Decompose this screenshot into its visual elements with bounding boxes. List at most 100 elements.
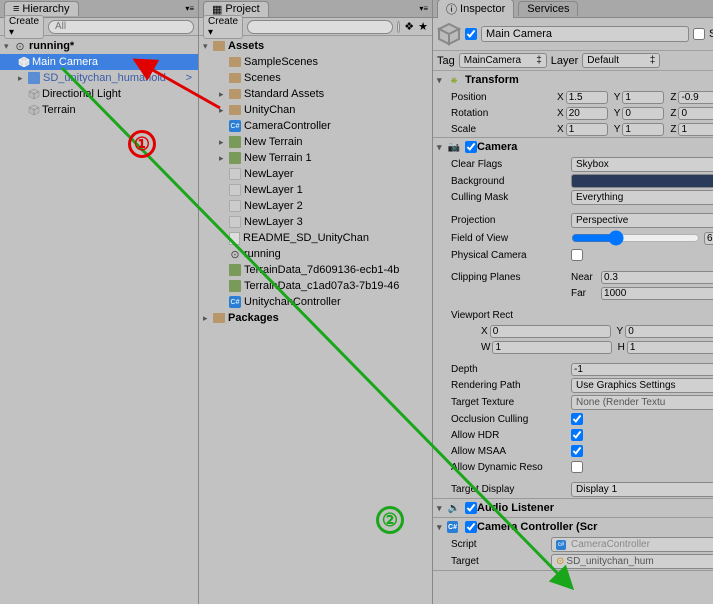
panel-menu-icon[interactable]: ▾≡ [185, 4, 198, 13]
disclosure-triangle-icon[interactable]: ▾ [203, 41, 213, 52]
audio-listener-enabled-checkbox[interactable] [465, 502, 477, 514]
script-field[interactable]: c#CameraController [551, 537, 713, 552]
disclosure-triangle-icon[interactable]: ▸ [203, 313, 213, 324]
physical-camera-checkbox[interactable] [571, 249, 583, 261]
clear-flags-dropdown[interactable]: Skybox‡ [571, 157, 713, 172]
disclosure-triangle-icon[interactable]: ▸ [219, 105, 229, 116]
rendering-path-dropdown[interactable]: Use Graphics Settings‡ [571, 378, 713, 393]
project-item[interactable]: TerrainData_7d609136-ecb1-4b [199, 262, 432, 278]
prefab-open-icon[interactable]: > [186, 72, 198, 84]
tag-dropdown[interactable]: MainCamera‡ [459, 53, 547, 68]
project-item[interactable]: ▸New Terrain 1 [199, 150, 432, 166]
project-item[interactable]: TerrainData_c1ad07a3-7b19-46 [199, 278, 432, 294]
rotation-x-input[interactable] [566, 107, 608, 120]
project-panel: ▦Project ▾≡ Create ▾ ❖ ★ ▾ Assets Sample… [199, 0, 433, 604]
disclosure-triangle-icon[interactable]: ▾ [437, 503, 447, 514]
disclosure-triangle-icon[interactable]: ▾ [437, 75, 447, 86]
allow-hdr-label: Allow HDR [451, 430, 571, 441]
target-field[interactable]: ⊙SD_unitychan_hum [551, 554, 713, 569]
layer-dropdown[interactable]: Default‡ [582, 53, 660, 68]
far-input[interactable] [601, 287, 713, 300]
create-button[interactable]: Create ▾ [4, 15, 44, 39]
asset-icon [229, 216, 241, 228]
project-search-input[interactable] [247, 20, 393, 34]
background-color-field[interactable] [571, 174, 713, 188]
terraindata-icon [229, 152, 241, 164]
scale-z-input[interactable] [678, 123, 713, 136]
gameobject-icon [28, 88, 40, 100]
disclosure-triangle-icon[interactable]: ▾ [4, 41, 14, 52]
viewport-x-input[interactable] [490, 325, 611, 338]
position-y-input[interactable] [622, 91, 664, 104]
project-item[interactable]: SampleScenes [199, 54, 432, 70]
create-button[interactable]: Create ▾ [203, 15, 243, 39]
position-z-input[interactable] [678, 91, 713, 104]
near-input[interactable] [601, 271, 713, 284]
depth-input[interactable] [571, 363, 713, 376]
project-item[interactable]: ▸UnityChan [199, 102, 432, 118]
camera-controller-enabled-checkbox[interactable] [465, 521, 477, 533]
tag-label: Tag [437, 55, 455, 67]
project-item[interactable]: README_SD_UnityChan [199, 230, 432, 246]
viewport-w-input[interactable] [492, 341, 611, 354]
viewport-h-input[interactable] [627, 341, 713, 354]
camera-header[interactable]: ▾ 📷 Camera ▢ ⚙ [433, 138, 713, 156]
project-item[interactable]: ▸New Terrain [199, 134, 432, 150]
project-item[interactable]: ⊙running [199, 246, 432, 262]
gameobject-name-input[interactable] [481, 26, 689, 42]
project-item[interactable]: C#CameraController [199, 118, 432, 134]
target-display-dropdown[interactable]: Display 1‡ [571, 482, 713, 497]
gameobject-sd-unitychan[interactable]: ▸ SD_unitychan_humanoid > [0, 70, 198, 86]
disclosure-triangle-icon[interactable]: ▸ [219, 137, 229, 148]
allow-dynamic-resolution-checkbox[interactable] [571, 461, 583, 473]
project-item[interactable]: NewLayer 3 [199, 214, 432, 230]
packages-folder[interactable]: ▸ Packages [199, 310, 432, 326]
target-texture-field[interactable]: None (Render Textu⊙ [571, 395, 713, 410]
gameobject-main-camera[interactable]: Main Camera [0, 54, 198, 70]
filter-by-type-icon[interactable] [397, 21, 400, 33]
camera-enabled-checkbox[interactable] [465, 141, 477, 153]
disclosure-triangle-icon[interactable]: ▸ [18, 73, 28, 84]
hierarchy-tab[interactable]: ≡Hierarchy [4, 1, 79, 16]
transform-header[interactable]: ▾ ⚹ Transform ▢ ⚙ [433, 71, 713, 89]
project-item[interactable]: C#UnitychanController [199, 294, 432, 310]
gameobject-directional-light[interactable]: Directional Light [0, 86, 198, 102]
allow-msaa-checkbox[interactable] [571, 445, 583, 457]
camera-controller-header[interactable]: ▾ C# Camera Controller (Scr ▢ ⚙ [433, 518, 713, 536]
project-item[interactable]: NewLayer [199, 166, 432, 182]
rotation-z-input[interactable] [678, 107, 713, 120]
disclosure-triangle-icon[interactable]: ▸ [219, 89, 229, 100]
assets-folder[interactable]: ▾ Assets [199, 38, 432, 54]
scale-x-input[interactable] [566, 123, 608, 136]
panel-menu-icon[interactable]: ▾≡ [419, 4, 432, 13]
allow-hdr-checkbox[interactable] [571, 429, 583, 441]
filter-by-label-icon[interactable]: ❖ [404, 20, 414, 33]
audio-listener-header[interactable]: ▾ 🔊 Audio Listener ▢ ⚙ [433, 499, 713, 517]
services-tab[interactable]: Services [518, 1, 578, 16]
disclosure-triangle-icon[interactable]: ▾ [437, 522, 447, 533]
rotation-y-input[interactable] [622, 107, 664, 120]
gameobject-active-checkbox[interactable] [465, 28, 477, 40]
position-x-input[interactable] [566, 91, 608, 104]
inspector-tab[interactable]: ⓘInspector [437, 0, 514, 18]
static-checkbox[interactable] [693, 28, 705, 40]
scene-row[interactable]: ▾ ⊙ running* [0, 38, 198, 54]
fov-input[interactable] [704, 232, 713, 245]
gameobject-terrain[interactable]: Terrain [0, 102, 198, 118]
occlusion-culling-label: Occlusion Culling [451, 414, 571, 425]
disclosure-triangle-icon[interactable]: ▾ [437, 142, 447, 153]
project-item[interactable]: NewLayer 1 [199, 182, 432, 198]
fov-slider[interactable] [571, 230, 700, 246]
project-item[interactable]: ▸Standard Assets [199, 86, 432, 102]
projection-dropdown[interactable]: Perspective‡ [571, 213, 713, 228]
project-item-label: Scenes [244, 72, 281, 84]
save-search-icon[interactable]: ★ [418, 20, 428, 33]
project-item[interactable]: NewLayer 2 [199, 198, 432, 214]
hierarchy-search-input[interactable] [48, 20, 194, 34]
viewport-y-input[interactable] [625, 325, 713, 338]
culling-mask-dropdown[interactable]: Everything‡ [571, 190, 713, 205]
occlusion-culling-checkbox[interactable] [571, 413, 583, 425]
disclosure-triangle-icon[interactable]: ▸ [219, 153, 229, 164]
scale-y-input[interactable] [622, 123, 664, 136]
project-item[interactable]: Scenes [199, 70, 432, 86]
